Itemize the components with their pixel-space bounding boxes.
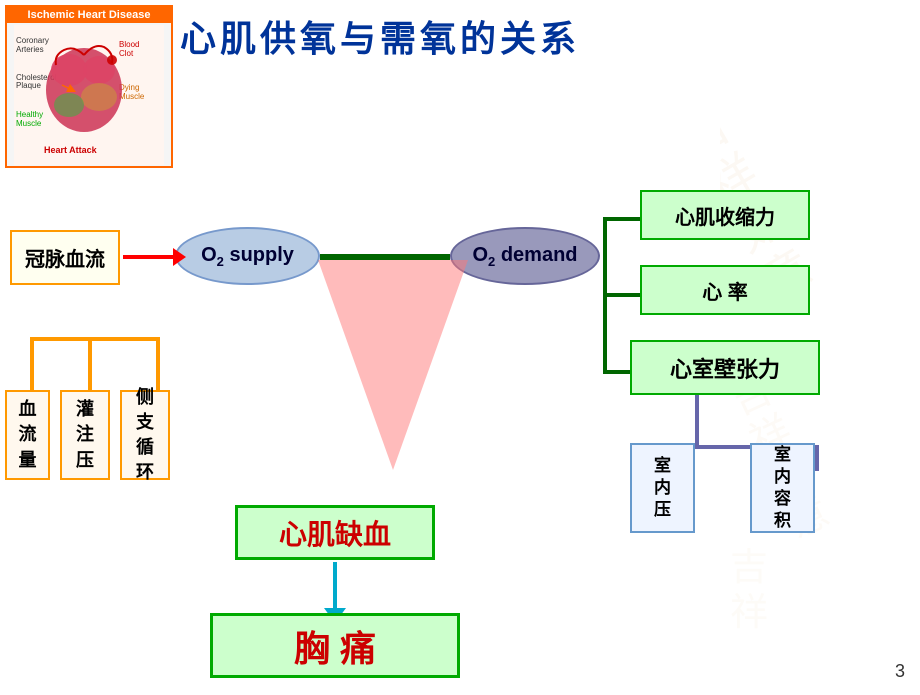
arrow-to-supply [123,255,175,259]
neizhang-label: 室内压 [654,455,671,521]
svg-text:Heart Attack: Heart Attack [44,145,98,155]
shousuoli-label: 心肌收缩力 [675,201,775,230]
left-brace-lv [30,337,34,392]
svg-text:Coronary: Coronary [16,36,49,45]
neirong-label: 室内容积 [774,444,791,532]
image-box-title: Ischemic Heart Disease [7,7,171,23]
diagram-area: 冠脉血流 O2 supply O2 demand 心肌缺血 胸 痛 心肌收缩力 … [0,175,920,675]
box-cexun: 侧支循环 [120,390,170,480]
svg-text:Dying: Dying [119,83,139,92]
main-title-area: 心肌供氧与需氧的关系 [180,10,580,62]
xinlv-label: 心 率 [702,276,748,305]
svg-text:Healthy: Healthy [16,110,43,119]
box-quexue: 心肌缺血 [235,505,435,560]
svg-text:Plaque: Plaque [16,81,41,90]
box-xinlv: 心 率 [640,265,810,315]
svg-text:Blood: Blood [119,40,139,49]
box-guanmai: 冠脉血流 [10,230,120,285]
svg-text:Muscle: Muscle [119,92,145,101]
box-shousuoli: 心肌收缩力 [640,190,810,240]
left-brace-h [30,337,160,341]
guanmai-label: 冠脉血流 [25,243,105,272]
svg-text:Arteries: Arteries [16,45,44,54]
xiongtong-label: 胸 痛 [294,620,376,672]
o2-supply-ellipse: O2 supply [175,227,320,285]
cone-triangle [318,260,468,470]
left-brace-mv [88,337,92,392]
page-number: 3 [895,661,905,682]
svg-text:吉: 吉 [720,98,739,168]
supply-label: O2 supply [201,244,294,269]
ischemic-heart-image-box: Ischemic Heart Disease Coronary Arteries… [5,5,173,168]
quexue-label: 心肌缺血 [279,513,391,553]
svg-text:Clot: Clot [119,49,134,58]
demand-label: O2 demand [472,244,577,269]
brace-vert [603,217,607,373]
sub-brace-rv [815,445,819,471]
heart-diagram: Coronary Arteries Cholesterol Plaque Hea… [14,25,164,165]
box-zhangli: 心室壁张力 [630,340,820,395]
arrow-down [333,562,337,610]
box-neirong: 室内容积 [750,443,815,533]
main-title: 心肌供氧与需氧的关系 [180,10,580,62]
o2-demand-ellipse: O2 demand [450,227,600,285]
cexun-label: 侧支循环 [136,385,154,486]
brace-mid [603,293,641,297]
supply-demand-line [320,254,450,260]
box-xueliuliang: 血流量 [5,390,50,480]
sub-brace-vert [695,395,699,447]
zhangli-label: 心室壁张力 [670,352,780,384]
box-xiongtong: 胸 痛 [210,613,460,678]
box-guanzhu: 灌注压 [60,390,110,480]
brace-top [603,217,641,221]
guanzhu-label: 灌注压 [76,397,94,473]
xueliuliang-label: 血流量 [19,397,37,473]
svg-text:Muscle: Muscle [16,119,42,128]
box-neizhang: 室内压 [630,443,695,533]
left-brace-rv [156,337,160,392]
